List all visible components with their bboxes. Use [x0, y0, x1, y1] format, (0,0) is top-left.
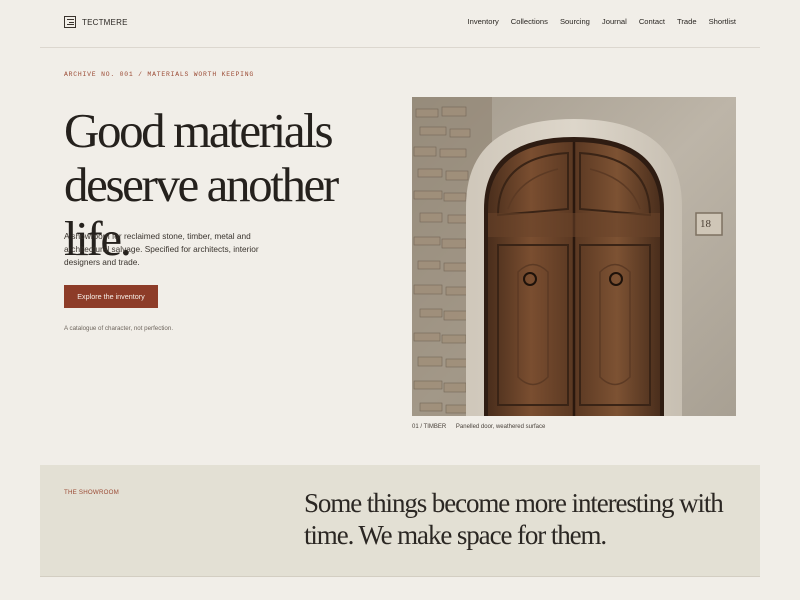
nav-item-sourcing[interactable]: Sourcing	[560, 17, 590, 26]
headline-line-1: Good materials	[64, 103, 334, 158]
nav-item-inventory[interactable]: Inventory	[468, 17, 499, 26]
nav-item-contact[interactable]: Contact	[639, 17, 665, 26]
hero-tagline: A catalogue of character, not perfection…	[64, 325, 174, 332]
nav-item-collections[interactable]: Collections	[511, 17, 548, 26]
hero-eyebrow: ARCHIVE NO. 001 / MATERIALS WORTH KEEPIN…	[64, 71, 255, 78]
brand[interactable]: TECTMERE	[64, 16, 128, 28]
explore-inventory-button[interactable]: Explore the inventory	[64, 285, 158, 308]
nav-item-trade[interactable]: Trade	[677, 17, 697, 26]
showroom-quote: Some things become more interesting with…	[304, 488, 724, 550]
house-number-plate: 18	[700, 218, 711, 230]
logo-icon	[64, 16, 76, 28]
image-caption-text: Panelled door, weathered surface	[455, 424, 546, 430]
hero-intro: A showroom for reclaimed stone, timber, …	[64, 231, 259, 267]
feature-image-arched-door: 18	[412, 97, 736, 416]
image-caption: 01 / TIMBER Panelled door, weathered sur…	[412, 424, 545, 430]
nav-item-journal[interactable]: Journal	[602, 17, 627, 26]
showroom-section: THE SHOWROOM Some things become more int…	[40, 465, 760, 577]
main-nav: Inventory Collections Sourcing Journal C…	[468, 17, 736, 26]
showroom-label: THE SHOWROOM	[64, 489, 119, 496]
nav-item-shortlist[interactable]: Shortlist	[709, 17, 736, 26]
image-caption-tag: 01 / TIMBER	[412, 424, 447, 430]
site-header: TECTMERE Inventory Collections Sourcing …	[40, 0, 760, 48]
brand-name: TECTMERE	[82, 17, 128, 27]
